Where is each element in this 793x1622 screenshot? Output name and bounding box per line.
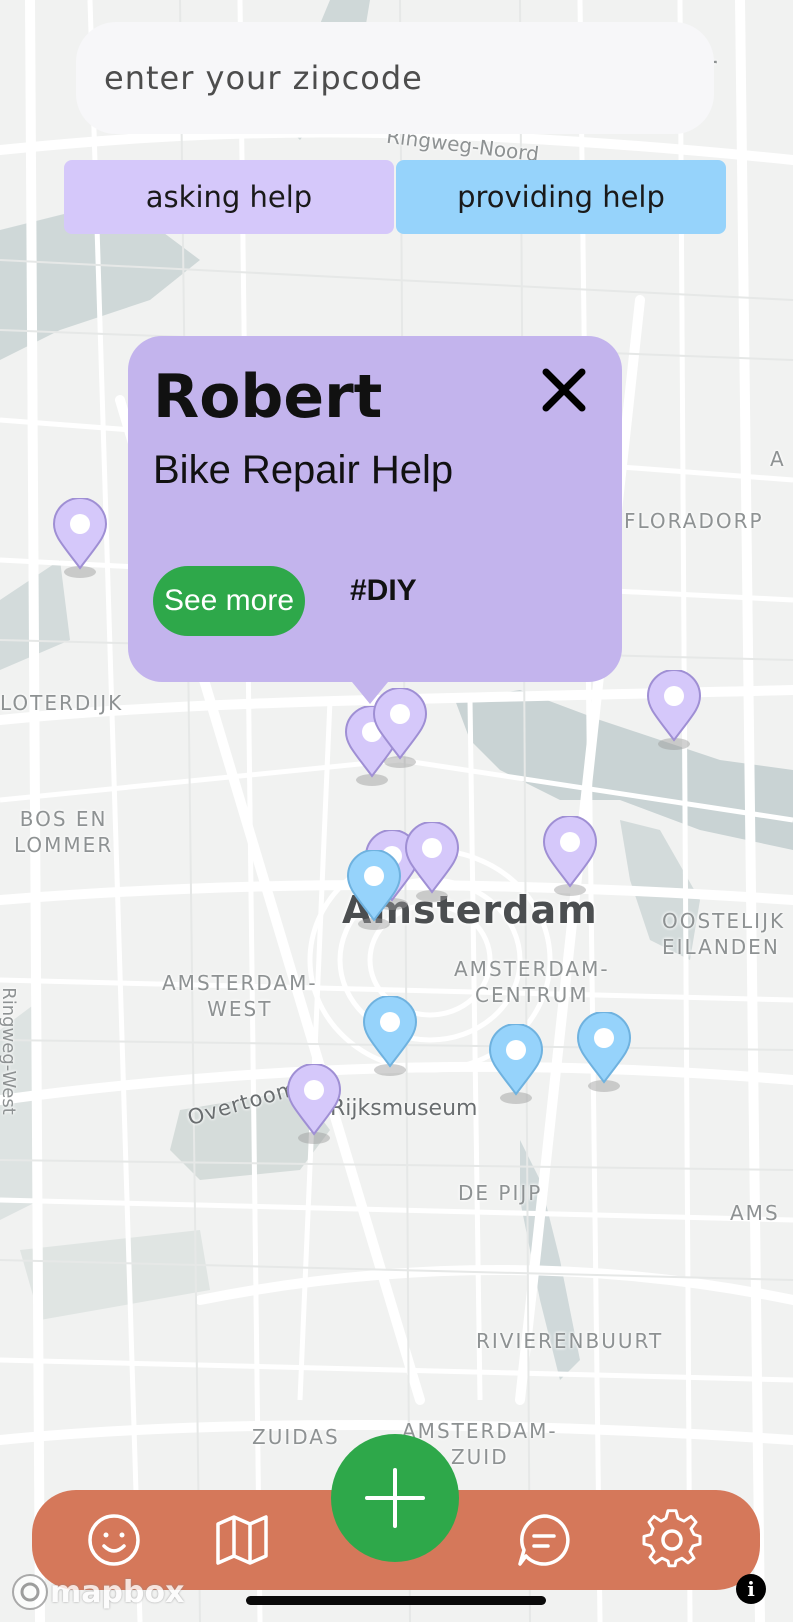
map-label-ringweg-west: Ringweg-West [0,987,19,1115]
settings-nav-button[interactable] [640,1508,704,1572]
asking-help-filter-button[interactable]: asking help [64,160,394,234]
map-pin-asking[interactable] [52,498,108,582]
mapbox-icon [12,1574,48,1610]
map-label-ams-fragment: AMS [730,1201,780,1225]
map-pin-asking[interactable] [646,670,702,754]
mapbox-logo-text: mapbox [50,1574,185,1610]
map-icon [216,1515,268,1565]
plus-icon [365,1468,425,1528]
close-popup-button[interactable] [536,362,592,418]
popup-user-name: Robert [153,362,383,432]
map-label-amsterdam-centrum: AMSTERDAM- CENTRUM [454,957,610,1007]
close-icon [542,368,586,412]
messages-nav-button[interactable] [512,1508,576,1572]
map-label-zuidas: ZUIDAS [252,1425,340,1449]
chat-icon [518,1514,570,1566]
popup-tail [352,682,388,704]
see-more-button[interactable]: See more [153,566,305,636]
popup-request-title: Bike Repair Help [153,448,454,492]
profile-nav-button[interactable] [82,1508,146,1572]
mapbox-logo[interactable]: mapbox [10,1572,184,1612]
map-label-right-a: A [770,447,786,471]
home-indicator [246,1596,546,1605]
map-label-oostelijk: OOSTELIJK EILANDEN [662,909,786,959]
map-label-floradorp: FLORADORP [624,509,764,533]
popup-tag: #DIY [350,574,417,607]
map-label-amsterdam-west: AMSTERDAM- WEST [162,971,318,1021]
map-label-de-pijp: DE PIJP [458,1181,543,1205]
map-pin-providing[interactable] [488,1024,544,1108]
map-label-bos-en-lommer: BOS EN LOMMER [14,807,114,857]
map-nav-button[interactable] [210,1508,274,1572]
map-canvas[interactable] [0,0,793,1622]
gear-icon [642,1509,702,1568]
map-label-rivierenbuurt: RIVIERENBUURT [476,1329,664,1353]
map-pin-providing[interactable] [346,850,402,934]
map-pin-asking[interactable] [542,816,598,900]
providing-help-filter-button[interactable]: providing help [396,160,726,234]
map-pin-asking[interactable] [404,822,460,906]
zipcode-search-input[interactable] [76,22,714,134]
map-label-sloterdijk: LOTERDIJK [0,691,124,715]
attribution-info-button[interactable]: i [736,1574,766,1604]
map-pin-providing[interactable] [362,996,418,1080]
map-pin-asking[interactable] [286,1064,342,1148]
map-pin-providing[interactable] [576,1012,632,1096]
add-request-button[interactable] [331,1434,459,1562]
smiley-icon [88,1514,140,1566]
help-request-popup: Robert Bike Repair Help See more #DIY [128,336,622,704]
map-label-rijksmuseum: Rijksmuseum [330,1096,478,1121]
